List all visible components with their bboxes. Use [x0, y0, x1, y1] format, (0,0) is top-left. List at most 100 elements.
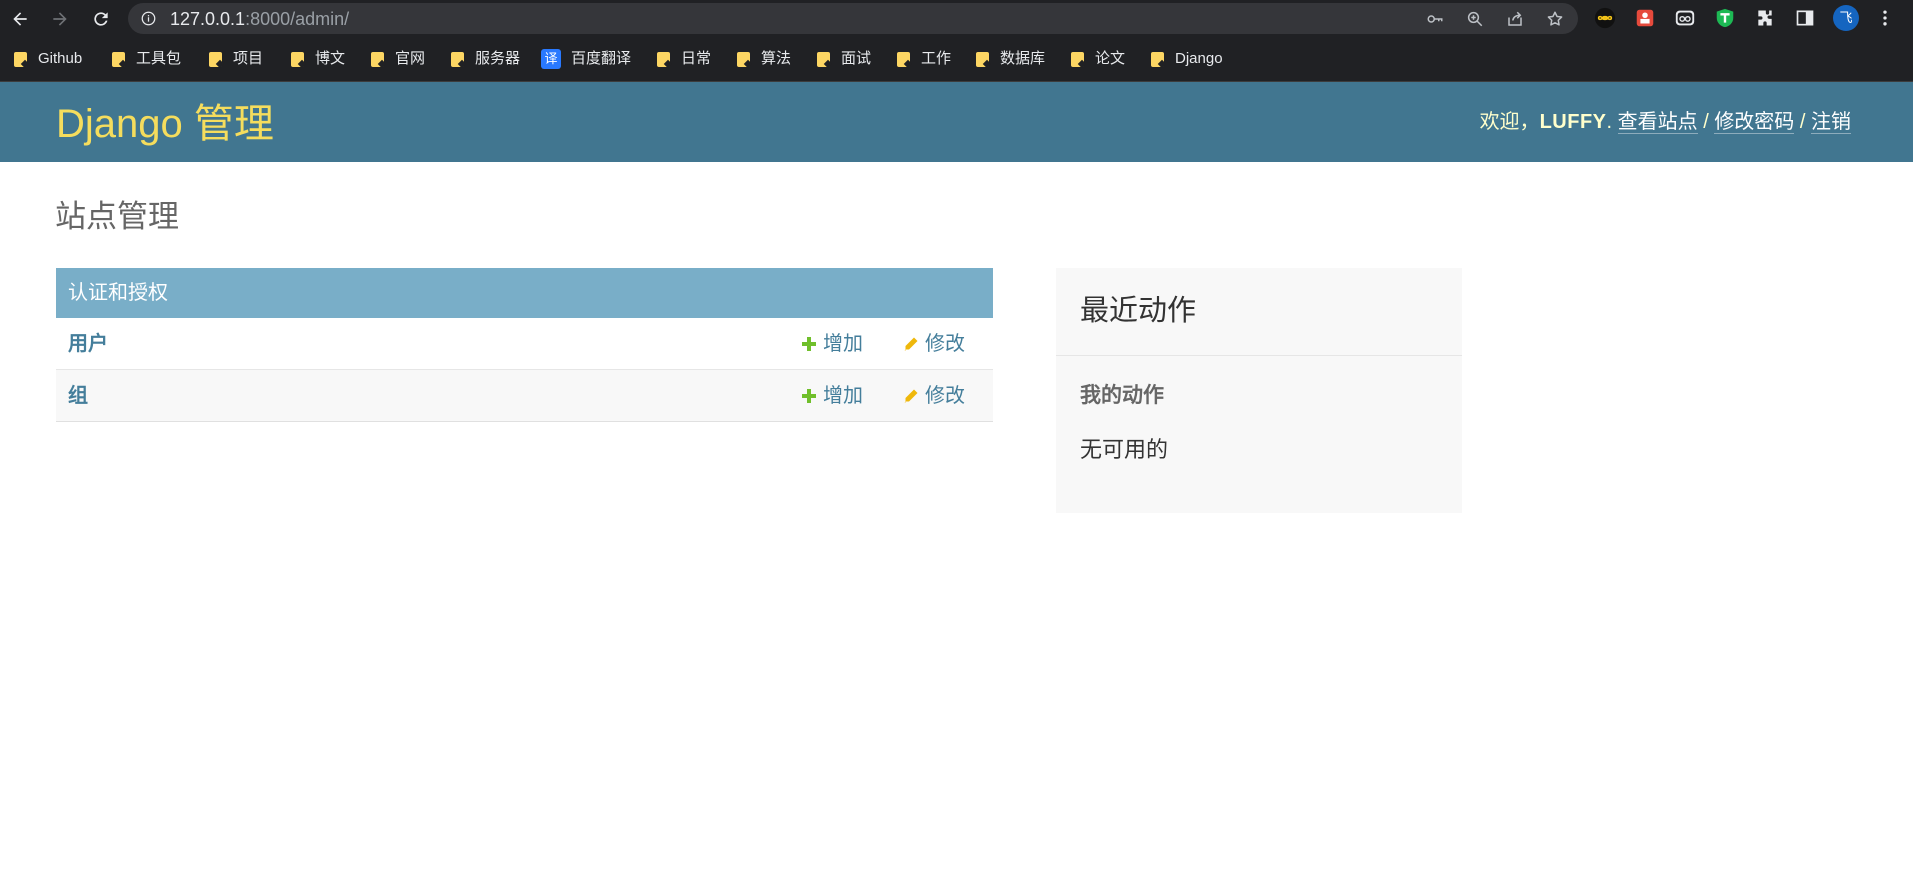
- folder-icon: [14, 51, 28, 67]
- bookmark-daily[interactable]: 日常: [657, 49, 711, 69]
- app-caption[interactable]: 认证和授权: [56, 268, 993, 318]
- folder-icon: [1151, 51, 1165, 67]
- bookmark-label: 数据库: [1000, 50, 1046, 67]
- more-menu-icon[interactable]: [1874, 7, 1896, 29]
- arrow-right-icon: [53, 12, 67, 26]
- plus-icon: [802, 337, 816, 351]
- url-path: :8000/admin/: [245, 9, 350, 29]
- info-icon[interactable]: [141, 11, 156, 26]
- bookmark-label: 工作: [921, 50, 952, 67]
- folder-icon: [112, 51, 126, 67]
- site-brand[interactable]: Django 管理: [56, 100, 274, 148]
- share-icon[interactable]: [1506, 10, 1524, 28]
- folder-icon: [657, 51, 671, 67]
- change-label: 修改: [925, 333, 965, 355]
- add-label: 增加: [823, 385, 863, 407]
- app-module-auth: 认证和授权 用户 增加 修改 组 增加 修改: [56, 268, 993, 422]
- no-actions-text: 无可用的: [1080, 437, 1169, 462]
- bookmark-label: 工具包: [136, 50, 182, 67]
- forward-button[interactable]: [47, 6, 73, 32]
- add-label: 增加: [823, 333, 863, 355]
- change-label: 修改: [925, 385, 965, 407]
- username-suffix: .: [1606, 111, 1613, 133]
- bookmarks-bar: Github 工具包 项目 博文 官网 服务器 译百度翻译 日常 算法 面试 工…: [0, 37, 1913, 155]
- bookmark-label: 博文: [315, 50, 346, 67]
- translate-icon: 译: [541, 49, 561, 69]
- folder-icon: [737, 51, 751, 67]
- bookmark-algorithms[interactable]: 算法: [737, 49, 791, 69]
- view-site-link[interactable]: 查看站点: [1617, 111, 1698, 134]
- bookmark-label: 官网: [395, 50, 426, 67]
- bookmark-work[interactable]: 工作: [897, 49, 951, 69]
- reload-icon: [94, 12, 108, 26]
- admin-header: Django 管理 欢迎，LUFFY. 查看站点 / 修改密码 / 注销: [0, 82, 1913, 162]
- green-t-extension-icon[interactable]: [1714, 7, 1736, 29]
- separator: /: [1703, 111, 1709, 133]
- bookmark-baidu-translate[interactable]: 译百度翻译: [541, 49, 631, 69]
- my-actions-heading: 我的动作: [1080, 384, 1164, 407]
- bookmark-label: 百度翻译: [571, 50, 632, 67]
- glasses-extension-icon[interactable]: [1674, 7, 1696, 29]
- add-users-link[interactable]: 增加: [801, 331, 863, 357]
- bookmark-label: 日常: [681, 50, 712, 67]
- puzzle-extensions-icon[interactable]: [1754, 7, 1776, 29]
- bookmark-blog[interactable]: 博文: [291, 49, 345, 69]
- logout-link[interactable]: 注销: [1811, 111, 1851, 134]
- red-extension-icon[interactable]: [1634, 7, 1656, 29]
- bookmark-label: 项目: [233, 50, 264, 67]
- back-button[interactable]: [7, 6, 33, 32]
- folder-icon: [209, 51, 223, 67]
- bookmark-label: 论文: [1095, 50, 1126, 67]
- arrow-left-icon: [13, 12, 27, 26]
- bookmark-projects[interactable]: 项目: [209, 49, 263, 69]
- profile-avatar[interactable]: 飞: [1833, 5, 1859, 31]
- bookmark-github[interactable]: Github: [14, 49, 82, 69]
- pencil-icon: [904, 389, 918, 403]
- recent-actions-title: 最近动作: [1080, 295, 1197, 327]
- browser-toolbar: 127.0.0.1:8000/admin/ 飞: [0, 0, 1913, 37]
- recent-actions-panel: 最近动作 我的动作 无可用的: [1056, 268, 1462, 513]
- profile-initial: 飞: [1833, 5, 1859, 31]
- bookmark-label: Github: [38, 50, 83, 67]
- folder-icon: [451, 51, 465, 67]
- folder-icon: [817, 51, 831, 67]
- separator: /: [1799, 111, 1806, 133]
- divider: [1056, 355, 1462, 356]
- side-panel-icon[interactable]: [1794, 7, 1816, 29]
- bookmark-servers[interactable]: 服务器: [451, 49, 520, 69]
- change-groups-link[interactable]: 修改: [903, 383, 965, 409]
- model-row-groups: 组 增加 修改: [56, 370, 993, 422]
- bookmark-interview[interactable]: 面试: [817, 49, 871, 69]
- bookmark-django[interactable]: Django: [1151, 49, 1223, 69]
- bookmark-label: 服务器: [475, 50, 521, 67]
- infinity-extension-icon[interactable]: [1594, 7, 1616, 29]
- add-groups-link[interactable]: 增加: [801, 383, 863, 409]
- folder-icon: [291, 51, 305, 67]
- bookmark-label: Django: [1175, 50, 1223, 67]
- bookmark-label: 算法: [761, 50, 792, 67]
- change-users-link[interactable]: 修改: [903, 331, 965, 357]
- model-link-users[interactable]: 用户: [68, 331, 108, 357]
- model-link-groups[interactable]: 组: [68, 383, 88, 409]
- folder-icon: [897, 51, 911, 67]
- welcome-text: 欢迎，: [1479, 111, 1540, 133]
- folder-icon: [976, 51, 990, 67]
- bookmark-label: 面试: [841, 50, 872, 67]
- change-password-link[interactable]: 修改密码: [1714, 111, 1795, 134]
- bookmark-papers[interactable]: 论文: [1071, 49, 1125, 69]
- user-tools: 欢迎，LUFFY. 查看站点 / 修改密码 / 注销: [1480, 109, 1851, 135]
- page-title: 站点管理: [55, 199, 179, 234]
- bookmark-tools[interactable]: 工具包: [112, 49, 181, 69]
- key-icon[interactable]: [1426, 10, 1444, 28]
- address-bar[interactable]: 127.0.0.1:8000/admin/: [128, 3, 1578, 34]
- bookmark-official[interactable]: 官网: [371, 49, 425, 69]
- plus-icon: [802, 389, 816, 403]
- reload-button[interactable]: [88, 6, 114, 32]
- url-text[interactable]: 127.0.0.1:8000/admin/: [170, 10, 349, 28]
- zoom-icon[interactable]: [1466, 10, 1484, 28]
- url-host: 127.0.0.1: [170, 9, 246, 29]
- username: LUFFY: [1539, 111, 1607, 133]
- star-icon[interactable]: [1546, 10, 1564, 28]
- folder-icon: [371, 51, 385, 67]
- bookmark-database[interactable]: 数据库: [976, 49, 1045, 69]
